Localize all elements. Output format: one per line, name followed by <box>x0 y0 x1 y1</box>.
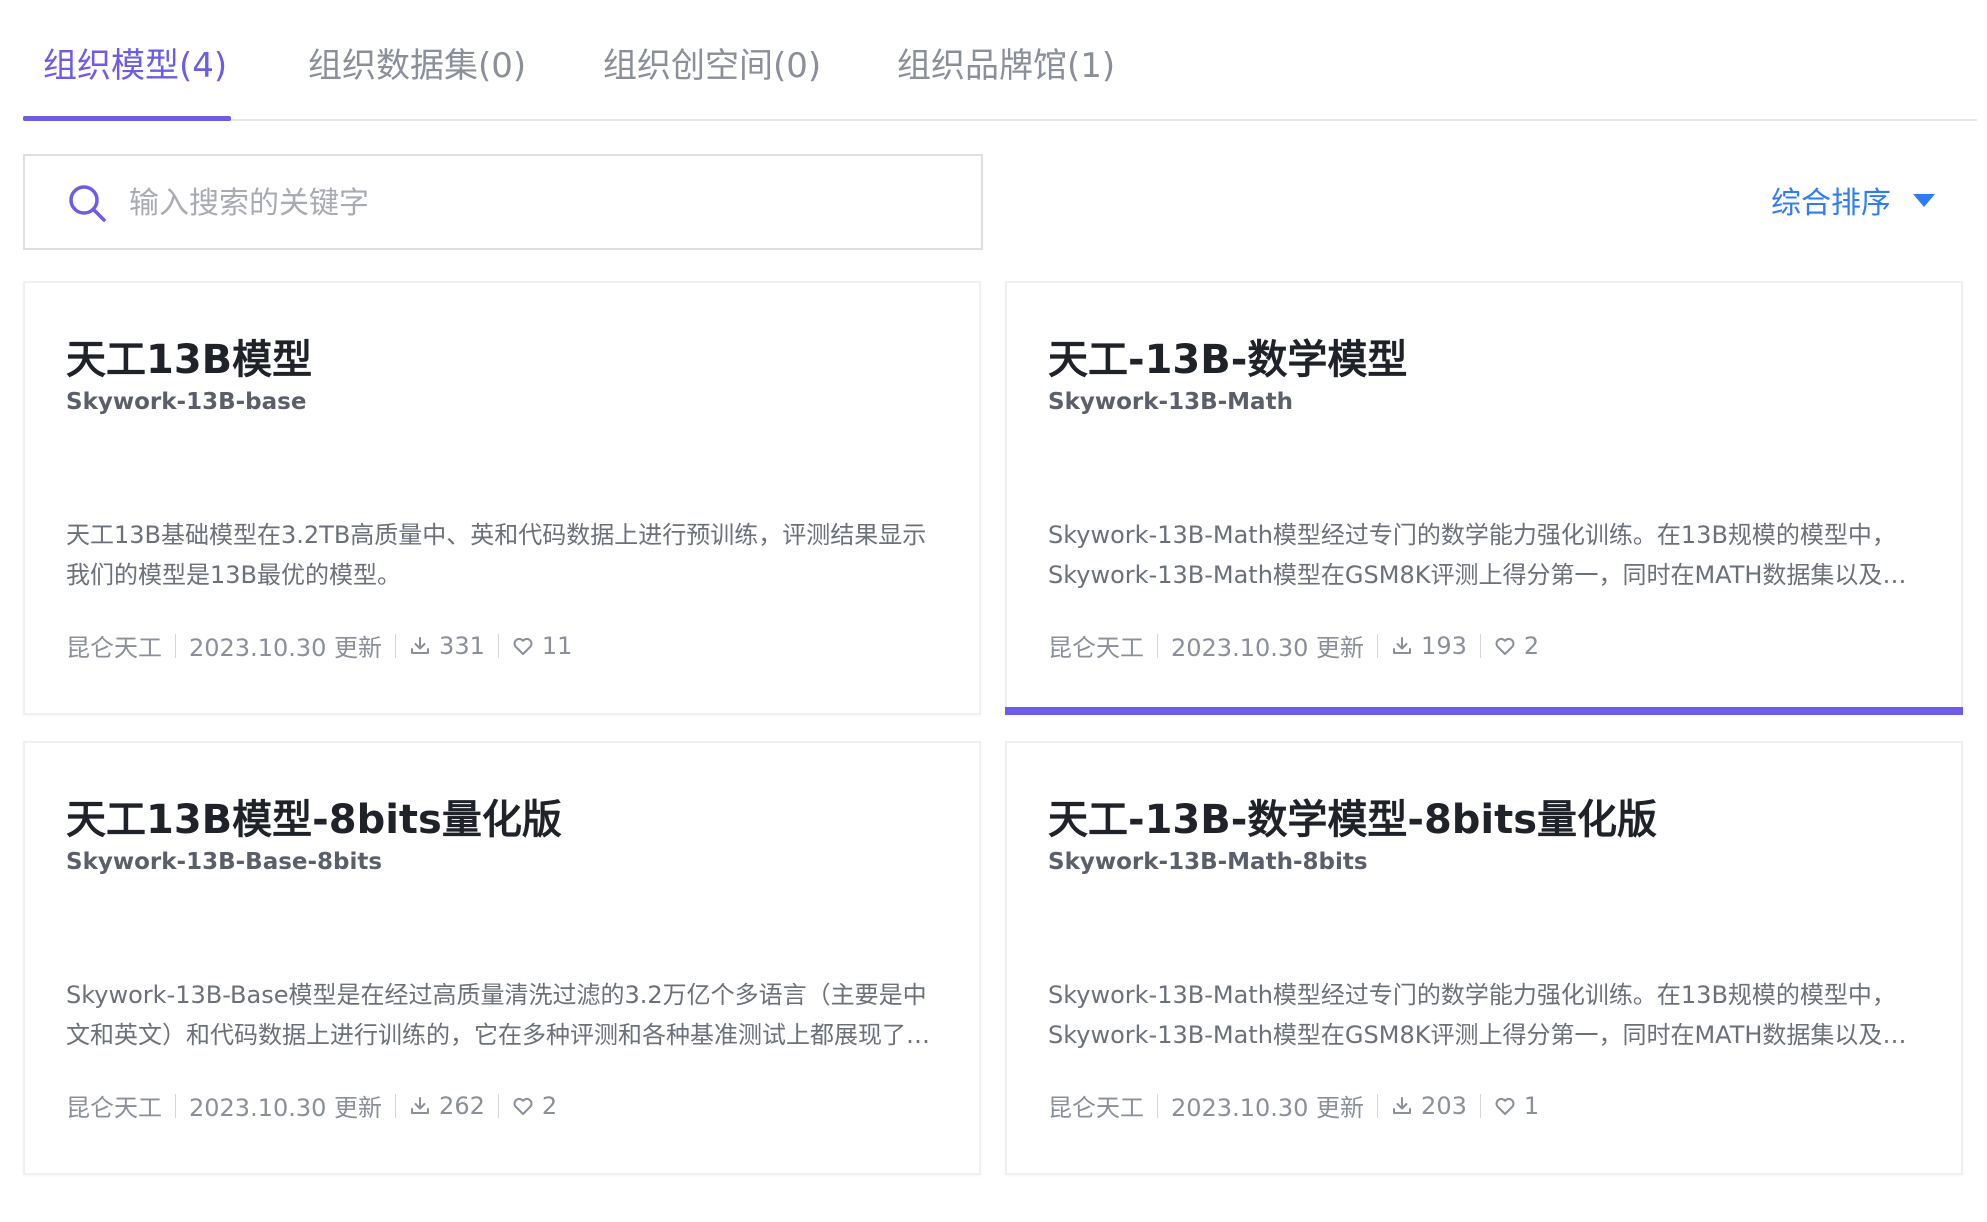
download-icon <box>411 1096 430 1114</box>
model-description: 天工13B基础模型在3.2TB高质量中、英和代码数据上进行预训练，评测结果显示我… <box>66 521 927 589</box>
divider <box>175 633 176 658</box>
model-card[interactable]: 天工13B模型 Skywork-13B-base 天工13B基础模型在3.2TB… <box>23 281 981 715</box>
model-meta: 昆仑天工 2023.10.30 更新 262 2 <box>66 1088 557 1123</box>
card-hover-accent <box>1005 707 1963 715</box>
sort-label: 综合排序 <box>1771 186 1891 221</box>
org-tabs: 组织模型(4) 组织数据集(0) 组织创空间(0) 组织品牌馆(1) <box>23 0 1977 121</box>
download-icon <box>1393 636 1412 654</box>
divider <box>1157 633 1158 658</box>
caret-down-icon <box>1913 193 1935 207</box>
search-box[interactable] <box>23 154 983 250</box>
updated-date: 2023.10.30 更新 <box>189 634 383 662</box>
heart-icon[interactable] <box>1494 1095 1516 1117</box>
updated-date: 2023.10.30 更新 <box>1171 634 1365 662</box>
model-meta: 昆仑天工 2023.10.30 更新 331 11 <box>66 628 572 663</box>
download-icon <box>1393 1096 1412 1114</box>
model-description: Skywork-13B-Base模型是在经过高质量清洗过滤的3.2万亿个多语言（… <box>66 981 930 1049</box>
model-description: Skywork-13B-Math模型经过专门的数学能力强化训练。在13B规模的模… <box>1048 981 1896 1049</box>
download-icon <box>411 636 430 654</box>
model-description: Skywork-13B-Math模型经过专门的数学能力强化训练。在13B规模的模… <box>1048 521 1896 589</box>
tab-org-datasets[interactable]: 组织数据集(0) <box>308 42 526 90</box>
tab-org-models[interactable]: 组织模型(4) <box>43 42 227 90</box>
like-count: 1 <box>1523 1091 1540 1120</box>
org-name[interactable]: 昆仑天工 <box>1048 1088 1144 1123</box>
download-count: 203 <box>1421 1091 1467 1120</box>
model-title[interactable]: 天工-13B-数学模型-8bits量化版 <box>1048 787 1657 845</box>
search-input[interactable] <box>129 174 959 232</box>
active-tab-indicator <box>23 116 231 121</box>
model-title[interactable]: 天工-13B-数学模型 <box>1048 327 1407 385</box>
model-title[interactable]: 天工13B模型 <box>66 327 312 385</box>
like-count: 2 <box>1523 631 1540 660</box>
model-id: Skywork-13B-Math-8bits <box>1048 849 1368 875</box>
download-count: 262 <box>439 1091 485 1120</box>
divider <box>395 1093 397 1118</box>
heart-icon[interactable] <box>1494 635 1516 657</box>
updated-date: 2023.10.30 更新 <box>189 1094 383 1122</box>
divider <box>175 1093 176 1118</box>
updated-date: 2023.10.30 更新 <box>1171 1094 1365 1122</box>
org-name[interactable]: 昆仑天工 <box>66 1088 162 1123</box>
divider <box>1479 633 1481 658</box>
like-count: 11 <box>541 631 573 660</box>
model-id: Skywork-13B-Base-8bits <box>66 849 383 875</box>
search-icon[interactable] <box>67 183 107 223</box>
model-card[interactable]: 天工-13B-数学模型-8bits量化版 Skywork-13B-Math-8b… <box>1005 741 1963 1175</box>
model-title[interactable]: 天工13B模型-8bits量化版 <box>66 787 562 845</box>
org-name[interactable]: 昆仑天工 <box>66 628 162 663</box>
like-count: 2 <box>541 1091 558 1120</box>
tab-org-brand[interactable]: 组织品牌馆(1) <box>897 42 1115 90</box>
tab-org-spaces[interactable]: 组织创空间(0) <box>603 42 821 90</box>
heart-icon[interactable] <box>512 1095 534 1117</box>
model-id: Skywork-13B-Math <box>1048 389 1293 415</box>
model-card[interactable]: 天工-13B-数学模型 Skywork-13B-Math Skywork-13B… <box>1005 281 1963 715</box>
model-card[interactable]: 天工13B模型-8bits量化版 Skywork-13B-Base-8bits … <box>23 741 981 1175</box>
heart-icon[interactable] <box>512 635 534 657</box>
divider <box>497 1093 499 1118</box>
model-id: Skywork-13B-base <box>66 389 307 415</box>
download-count: 193 <box>1421 631 1467 660</box>
divider <box>395 633 397 658</box>
divider <box>497 633 499 658</box>
org-name[interactable]: 昆仑天工 <box>1048 628 1144 663</box>
divider <box>1157 1093 1158 1118</box>
model-meta: 昆仑天工 2023.10.30 更新 193 2 <box>1048 628 1539 663</box>
model-meta: 昆仑天工 2023.10.30 更新 203 1 <box>1048 1088 1539 1123</box>
divider <box>1377 1093 1379 1118</box>
sort-dropdown[interactable]: 综合排序 <box>1771 178 1935 222</box>
download-count: 331 <box>439 631 485 660</box>
divider <box>1377 633 1379 658</box>
divider <box>1479 1093 1481 1118</box>
